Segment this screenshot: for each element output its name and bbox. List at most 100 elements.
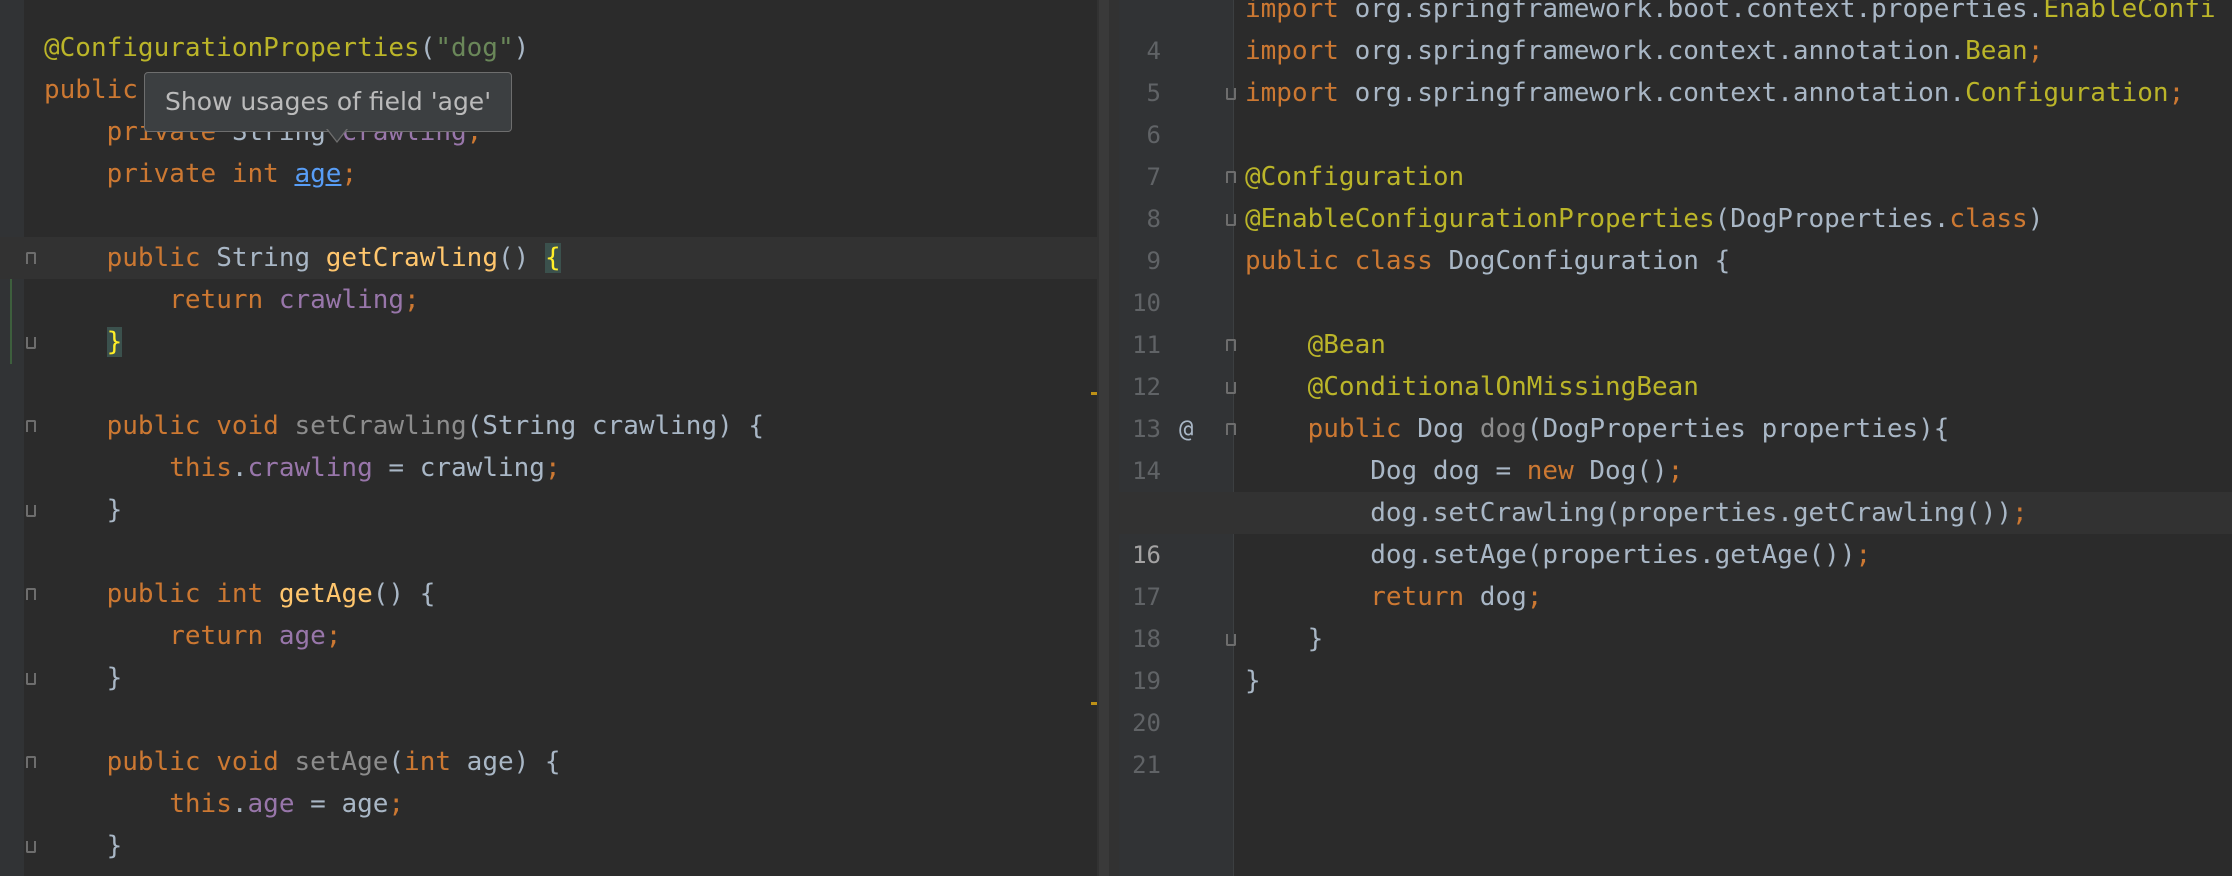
fold-toggle-icon[interactable] bbox=[26, 756, 36, 768]
code-punct: ( bbox=[388, 747, 405, 777]
code-text: age) { bbox=[451, 747, 561, 777]
keyword: this bbox=[169, 789, 232, 819]
code-line: @ConfigurationProperties("dog") bbox=[0, 27, 1097, 69]
code-line: 6 import org.springframework.context.ann… bbox=[1119, 72, 2232, 149]
code-text: () { bbox=[372, 579, 436, 609]
line-number[interactable]: 21 bbox=[1119, 744, 1161, 786]
semicolon: ; bbox=[404, 285, 420, 315]
code-line: 5 import org.springframework.context.ann… bbox=[1119, 30, 2232, 107]
class-name: Configuration bbox=[1965, 78, 2169, 108]
fold-toggle-icon[interactable] bbox=[1226, 634, 1236, 646]
code-punct: ) bbox=[2027, 204, 2044, 234]
matched-brace: } bbox=[106, 327, 123, 357]
code-punct: ( bbox=[419, 33, 436, 63]
keyword: import bbox=[1245, 36, 1339, 66]
fold-toggle-icon[interactable] bbox=[1226, 382, 1236, 394]
method-name: getCrawling bbox=[325, 243, 498, 273]
tooltip-arrow-fill bbox=[327, 128, 347, 141]
code-line: 21 bbox=[1119, 702, 2232, 779]
code-brace: } bbox=[106, 831, 123, 861]
editor-splitter[interactable] bbox=[1097, 0, 1119, 876]
keyword: import bbox=[1245, 0, 1339, 24]
fold-toggle-icon[interactable] bbox=[1226, 214, 1236, 226]
splitter-bar bbox=[1099, 0, 1109, 876]
keyword: return bbox=[169, 285, 264, 315]
semicolon: ; bbox=[2027, 36, 2044, 66]
code-punct: . bbox=[231, 789, 248, 819]
code-line: 13 @ConditionalOnMissingBean bbox=[1119, 366, 2232, 443]
code-line: 4 import org.springframework.boot.contex… bbox=[1119, 0, 2232, 65]
type-name: Dog bbox=[1401, 414, 1480, 444]
code-punct: () bbox=[497, 243, 545, 273]
code-line: private int age; bbox=[0, 153, 1097, 195]
class-name: EnableConfi bbox=[2043, 0, 2216, 24]
right-editor-pane[interactable]: 4 import org.springframework.boot.contex… bbox=[1119, 0, 2232, 876]
keyword: public bbox=[1307, 414, 1402, 444]
field-name: age bbox=[247, 789, 295, 819]
code-text: dog.setCrawling(properties.getCrawling()… bbox=[1370, 498, 2013, 528]
ide-window: @ConfigurationProperties("dog") public p… bbox=[0, 0, 2232, 876]
fold-toggle-icon[interactable] bbox=[1226, 88, 1236, 100]
class-name: Bean bbox=[1965, 36, 2028, 66]
fold-toggle-icon[interactable] bbox=[26, 337, 36, 349]
semicolon: ; bbox=[325, 621, 342, 651]
method-name: setCrawling bbox=[294, 411, 467, 441]
code-text: (DogProperties properties){ bbox=[1526, 414, 1950, 444]
fold-toggle-icon[interactable] bbox=[26, 841, 36, 853]
code-line: 12 @Bean bbox=[1119, 324, 2232, 401]
annotation: @EnableConfigurationProperties bbox=[1245, 204, 1715, 234]
fold-toggle-icon[interactable] bbox=[26, 673, 36, 685]
code-line: 7 bbox=[1119, 114, 2232, 191]
code-text: (DogProperties. bbox=[1714, 204, 1950, 234]
type-name: String bbox=[200, 243, 326, 273]
semicolon: ; bbox=[388, 789, 405, 819]
code-line: } bbox=[0, 489, 1097, 531]
keyword: new bbox=[1526, 456, 1574, 486]
code-text: dog bbox=[1464, 582, 1527, 612]
field-name: crawling bbox=[278, 285, 405, 315]
semicolon: ; bbox=[341, 159, 358, 189]
field-name: crawling bbox=[247, 453, 373, 483]
code-text: = crawling bbox=[372, 453, 545, 483]
code-line: 20 } bbox=[1119, 660, 2232, 737]
fold-toggle-icon[interactable] bbox=[1226, 423, 1236, 435]
fold-toggle-icon[interactable] bbox=[1226, 171, 1236, 183]
code-brace: } bbox=[1245, 666, 1261, 696]
fold-toggle-icon[interactable] bbox=[26, 505, 36, 517]
code-text: dog.setAge(properties.getAge()) bbox=[1370, 540, 1856, 570]
left-editor-pane[interactable]: @ConfigurationProperties("dog") public p… bbox=[0, 0, 1097, 876]
method-name: getAge bbox=[278, 579, 373, 609]
keyword: return bbox=[1370, 582, 1465, 612]
package-path: org.springframework.boot.context.propert… bbox=[1338, 0, 2044, 24]
code-brace: } bbox=[106, 663, 123, 693]
code-line: } bbox=[0, 657, 1097, 699]
code-line-current: public String getCrawling() { bbox=[0, 237, 1097, 279]
code-text: DogConfiguration { bbox=[1432, 246, 1731, 276]
usages-tooltip: Show usages of field 'age' bbox=[144, 72, 513, 132]
field-age-link[interactable]: age bbox=[294, 159, 341, 189]
code-line: 10 public class DogConfiguration { bbox=[1119, 240, 2232, 317]
semicolon: ; bbox=[1526, 582, 1543, 612]
bean-gutter-icon[interactable]: @ bbox=[1179, 408, 1193, 450]
fold-toggle-icon[interactable] bbox=[26, 252, 36, 264]
code-text: Dog dog = bbox=[1370, 456, 1527, 486]
code-line: 18 return dog; bbox=[1119, 576, 2232, 653]
package-path: org.springframework.context.annotation. bbox=[1338, 36, 1966, 66]
package-path: org.springframework.context.annotation. bbox=[1338, 78, 1966, 108]
fold-toggle-icon[interactable] bbox=[1226, 339, 1236, 351]
code-line-current: 16 dog.setCrawling(properties.getCrawlin… bbox=[1119, 492, 2232, 569]
fold-toggle-icon[interactable] bbox=[26, 420, 36, 432]
tooltip-text: Show usages of field 'age' bbox=[165, 87, 492, 116]
annotation: @Configuration bbox=[1245, 162, 1465, 192]
fold-toggle-icon[interactable] bbox=[26, 588, 36, 600]
keyword: this bbox=[169, 453, 232, 483]
code-line: 17 dog.setAge(properties.getAge()); bbox=[1119, 534, 2232, 611]
semicolon: ; bbox=[544, 453, 561, 483]
keyword: import bbox=[1245, 78, 1339, 108]
keyword: public void bbox=[106, 411, 279, 441]
field-name: age bbox=[278, 621, 326, 651]
code-line: 9 @EnableConfigurationProperties(DogProp… bbox=[1119, 198, 2232, 275]
code-line: return age; bbox=[0, 615, 1097, 657]
matched-brace: { bbox=[544, 243, 561, 273]
annotation: @ConditionalOnMissingBean bbox=[1307, 372, 1699, 402]
